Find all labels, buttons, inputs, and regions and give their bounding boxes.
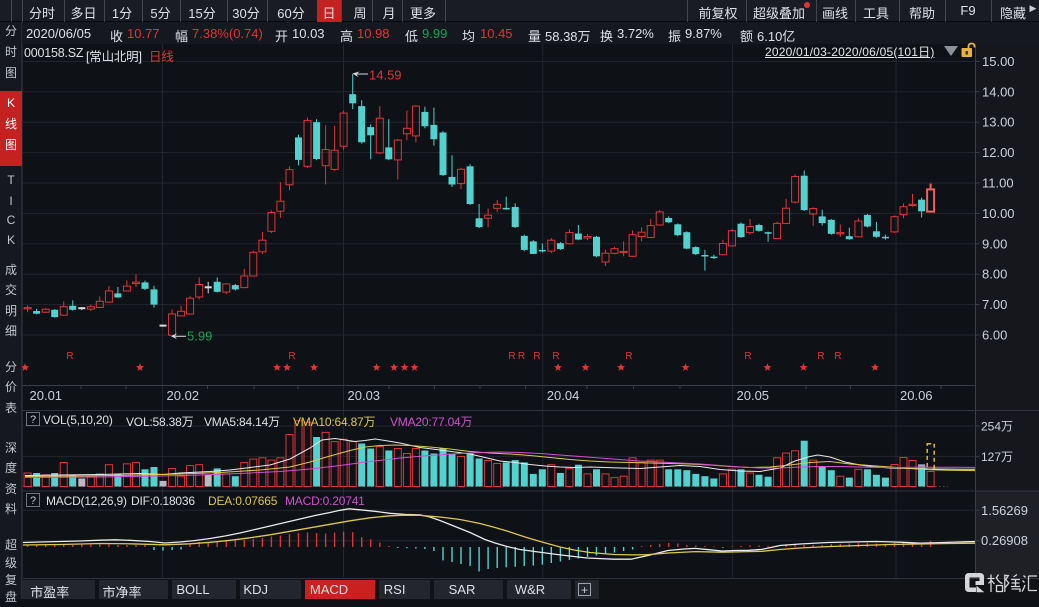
svg-text:0.26908: 0.26908 [981,533,1028,548]
svg-text:254万: 254万 [981,420,1013,434]
svg-text:7.00: 7.00 [982,297,1007,312]
svg-text:13.00: 13.00 [982,115,1015,130]
svg-text:R: R [817,351,824,362]
svg-text:R: R [625,351,632,362]
svg-text:20.05: 20.05 [737,388,770,403]
svg-text:R: R [834,351,841,362]
svg-text:20.01: 20.01 [30,388,63,403]
svg-text:R: R [552,351,559,362]
svg-text:20.04: 20.04 [547,388,580,403]
svg-text:11.00: 11.00 [982,176,1014,191]
svg-text:127万: 127万 [981,450,1013,464]
svg-text:20.06: 20.06 [900,388,933,403]
svg-text:R: R [533,351,540,362]
svg-text:8.00: 8.00 [982,267,1007,282]
svg-text:R: R [66,351,73,362]
svg-text:R: R [288,351,295,362]
svg-text:R: R [744,351,751,362]
svg-text:20.03: 20.03 [348,388,381,403]
svg-text:20.02: 20.02 [167,388,200,403]
svg-text:6.00: 6.00 [982,328,1007,343]
svg-text:5.99: 5.99 [187,329,212,344]
svg-text:15.00: 15.00 [982,54,1015,69]
svg-text:14.59: 14.59 [369,68,402,83]
svg-text:R: R [508,351,515,362]
svg-text:12.00: 12.00 [982,145,1015,160]
svg-text:10.00: 10.00 [982,206,1015,221]
svg-text:9.00: 9.00 [982,236,1007,251]
svg-text:R: R [518,351,525,362]
svg-text:1.56269: 1.56269 [981,503,1028,518]
svg-text:14.00: 14.00 [982,84,1015,99]
